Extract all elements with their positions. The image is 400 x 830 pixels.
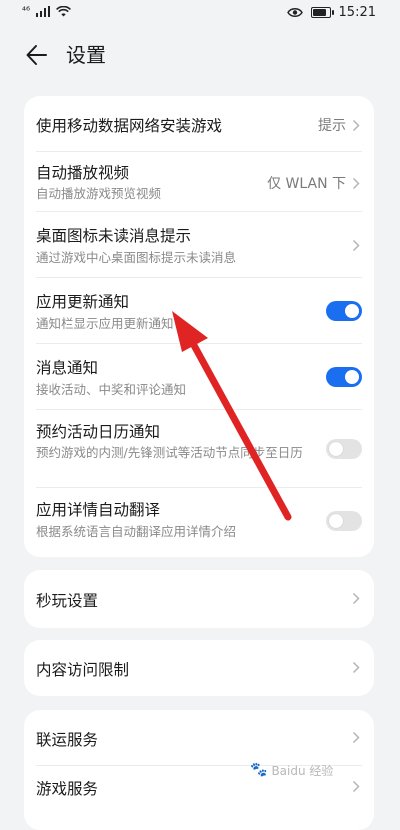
setting-row-joint-service[interactable]: 联运服务 [24, 710, 374, 766]
setting-subtitle: 通过游戏中心桌面图标提示未读消息 [36, 250, 237, 265]
setting-subtitle: 通知栏显示应用更新通知 [36, 316, 174, 331]
setting-value: 仅 WLAN 下 [267, 176, 346, 192]
setting-title: 自动播放视频 [36, 164, 130, 182]
main-settings-card: 使用移动数据网络安装游戏 提示 自动播放视频 自动播放游戏预览视频 仅 WLAN… [24, 96, 374, 557]
setting-title: 桌面图标未读消息提示 [36, 227, 192, 245]
chevron-right-icon [352, 119, 360, 131]
chevron-right-icon [352, 592, 360, 605]
setting-row-autoplay-video[interactable]: 自动播放视频 自动播放游戏预览视频 仅 WLAN 下 [24, 152, 374, 212]
setting-title: 联运服务 [36, 731, 99, 749]
setting-row-app-update-notify: 应用更新通知 通知栏显示应用更新通知 [24, 278, 374, 344]
setting-row-message-notify: 消息通知 接收活动、中奖和评论通知 [24, 344, 374, 410]
setting-row-mobile-data-install[interactable]: 使用移动数据网络安装游戏 提示 [24, 96, 374, 152]
setting-title: 使用移动数据网络安装游戏 [36, 117, 223, 135]
battery-icon [310, 7, 334, 18]
calendar-notify-toggle[interactable] [326, 439, 362, 459]
setting-title: 内容访问限制 [36, 661, 130, 679]
setting-subtitle: 预约游戏的内测/先锋测试等活动节点同步至日历 [36, 445, 303, 460]
setting-row-calendar-notify: 预约活动日历通知 预约游戏的内测/先锋测试等活动节点同步至日历 [24, 410, 374, 488]
chevron-right-icon [352, 239, 360, 252]
chevron-right-icon [352, 731, 360, 744]
watermark: 🐾 Baidu 经验 [250, 762, 333, 779]
signal-bars-icon [36, 6, 51, 17]
header: 设置 [0, 36, 400, 76]
setting-title: 预约活动日历通知 [36, 423, 161, 441]
setting-title: 消息通知 [36, 359, 99, 377]
page-title: 设置 [66, 43, 106, 67]
back-arrow-icon[interactable] [24, 42, 50, 68]
app-update-notify-toggle[interactable] [326, 301, 362, 321]
setting-title: 游戏服务 [36, 780, 99, 798]
setting-subtitle: 根据系统语言自动翻译应用详情介绍 [36, 524, 237, 539]
quick-play-card[interactable]: 秒玩设置 [24, 570, 374, 628]
setting-title: 应用更新通知 [36, 293, 130, 311]
eye-icon [286, 8, 303, 17]
paw-icon: 🐾 [250, 762, 268, 778]
status-time: 15:21 [338, 5, 376, 20]
setting-row-unread-badge[interactable]: 桌面图标未读消息提示 通过游戏中心桌面图标提示未读消息 [24, 212, 374, 278]
setting-title: 秒玩设置 [36, 592, 99, 610]
status-bar: ⁴⁶ 15:21 [0, 0, 400, 26]
signal-icon: ⁴⁶ [22, 6, 31, 17]
watermark-text: Baidu 经验 [271, 764, 334, 778]
setting-value: 提示 [318, 118, 346, 134]
auto-translate-toggle[interactable] [326, 511, 362, 531]
setting-subtitle: 接收活动、中奖和评论通知 [36, 382, 187, 397]
message-notify-toggle[interactable] [326, 367, 362, 387]
chevron-right-icon [352, 177, 360, 189]
setting-row-auto-translate: 应用详情自动翻译 根据系统语言自动翻译应用详情介绍 [24, 488, 374, 557]
wifi-icon [56, 6, 71, 17]
chevron-right-icon [352, 661, 360, 674]
chevron-right-icon [352, 780, 360, 793]
content-limit-card[interactable]: 内容访问限制 [24, 640, 374, 696]
setting-title: 应用详情自动翻译 [36, 501, 161, 519]
